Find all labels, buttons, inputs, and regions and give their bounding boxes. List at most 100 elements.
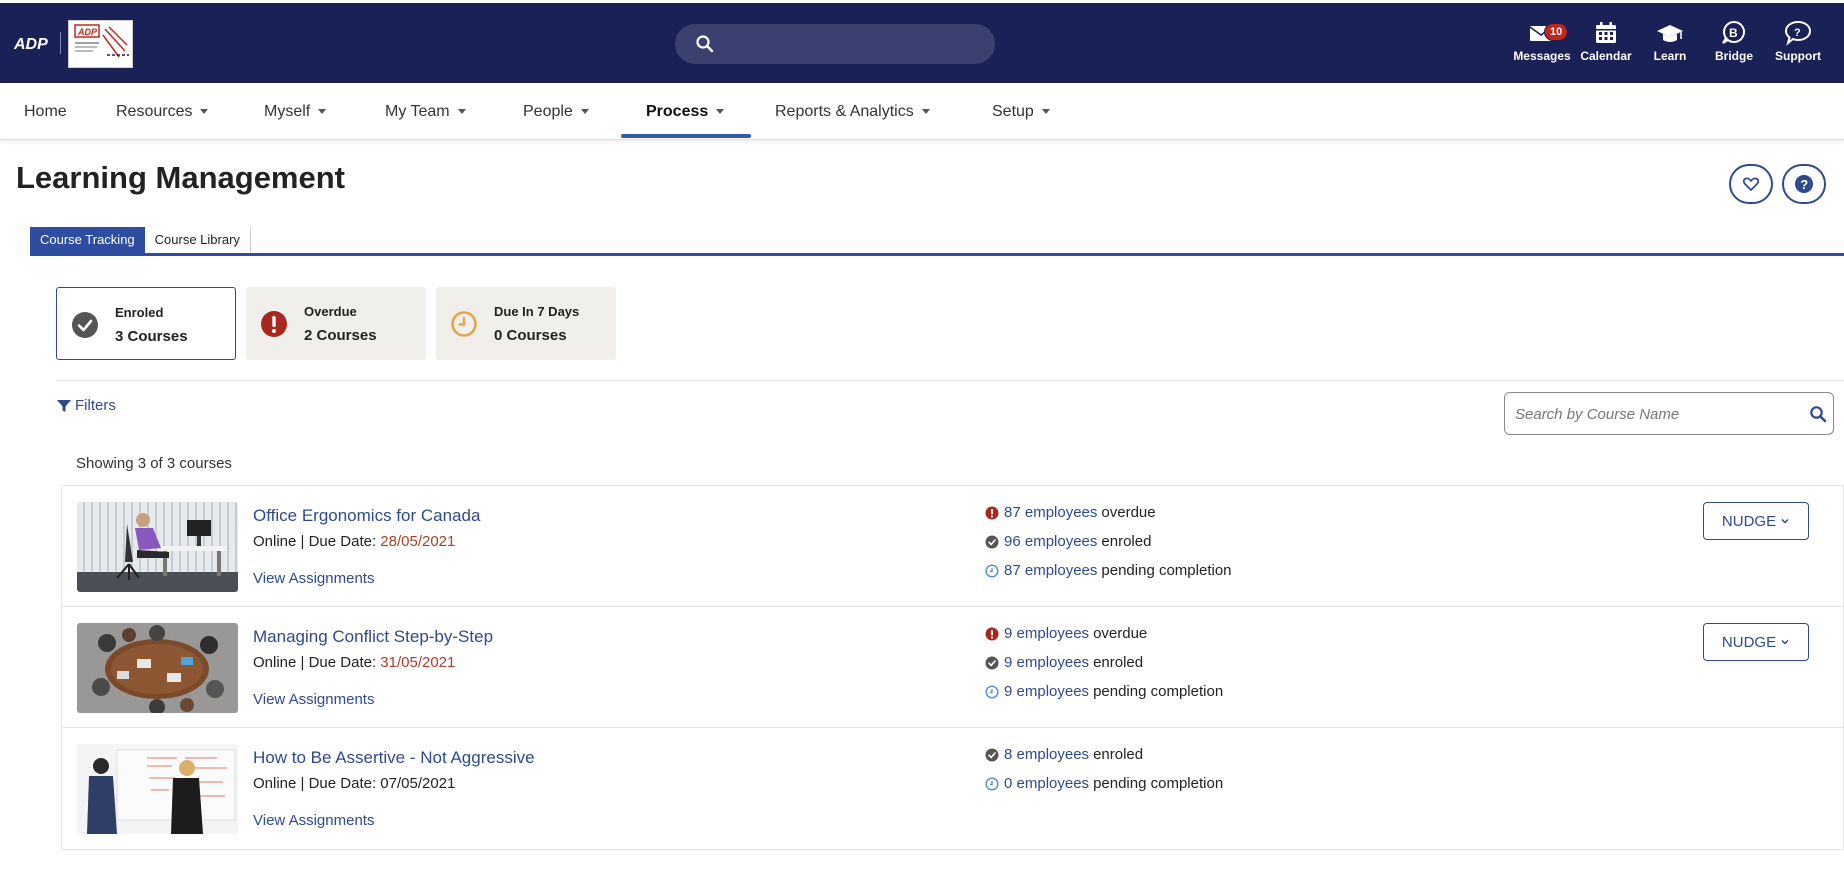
graduation-cap-icon [1657, 25, 1683, 42]
messages-button[interactable]: 10 Messages [1510, 19, 1574, 63]
caret-down-icon [580, 109, 589, 115]
section-divider [56, 380, 1844, 381]
nav-home-label: Home [24, 103, 67, 120]
stat-pending: 0 employees pending completion [985, 775, 1223, 792]
course-row: Office Ergonomics for Canada Online | Du… [62, 486, 1844, 607]
caret-down-icon [1041, 109, 1050, 115]
tab-course-library[interactable]: Course Library [145, 227, 251, 254]
summary-title: Enroled [115, 305, 164, 320]
course-title-link[interactable]: How to Be Assertive - Not Aggressive [253, 748, 535, 768]
alert-circle-icon [985, 627, 999, 640]
company-logo: ADP [68, 20, 133, 68]
stat-overdue: 9 employees overdue [985, 625, 1147, 642]
summary-title: Overdue [304, 304, 357, 319]
nudge-button[interactable]: NUDGE [1703, 502, 1809, 540]
caret-down-icon [318, 109, 327, 115]
nav-people-label: People [523, 103, 573, 120]
help-button[interactable]: ? [1782, 164, 1826, 204]
view-assignments-link[interactable]: View Assignments [253, 812, 374, 829]
learn-label: Learn [1653, 49, 1687, 63]
nav-myself[interactable]: Myself [264, 103, 327, 121]
overdue-employees-link[interactable]: 9 employees [1004, 625, 1089, 642]
course-title-link[interactable]: Office Ergonomics for Canada [253, 506, 480, 526]
stat-pending: 9 employees pending completion [985, 683, 1223, 700]
svg-text:ADP: ADP [77, 27, 98, 37]
stat-enroled: 9 employees enroled [985, 654, 1143, 671]
nav-my-team[interactable]: My Team [385, 103, 466, 121]
clock-icon [451, 311, 477, 337]
pending-text: pending completion [1093, 775, 1224, 792]
adp-logo[interactable]: ADP [14, 33, 54, 53]
enroled-employees-link[interactable]: 9 employees [1004, 654, 1089, 671]
nav-reports-analytics[interactable]: Reports & Analytics [775, 103, 930, 121]
chevron-down-icon [1781, 639, 1789, 645]
overdue-employees-link[interactable]: 87 employees [1004, 504, 1097, 521]
course-meta-prefix: Online | Due Date: [253, 775, 381, 792]
view-assignments-link[interactable]: View Assignments [253, 691, 374, 708]
bridge-icon: B [1722, 20, 1745, 44]
course-title-link[interactable]: Managing Conflict Step-by-Step [253, 627, 493, 647]
nav-process-label: Process [646, 103, 709, 120]
nav-people[interactable]: People [523, 103, 589, 121]
pending-employees-link[interactable]: 0 employees [1004, 775, 1089, 792]
search-icon[interactable] [1809, 405, 1827, 423]
alert-circle-icon [261, 311, 287, 337]
svg-text:ADP: ADP [14, 36, 48, 53]
caret-down-icon [200, 109, 209, 115]
summary-card-overdue[interactable]: Overdue 2 Courses [246, 287, 426, 360]
check-circle-icon [985, 535, 999, 548]
support-button[interactable]: ? Support [1766, 19, 1830, 63]
main-navigation: Home Resources Myself My Team People Pro… [0, 83, 1844, 140]
caret-down-icon [716, 109, 725, 115]
summary-card-enroled[interactable]: Enroled 3 Courses [56, 287, 236, 360]
bridge-button[interactable]: B Bridge [1702, 19, 1766, 63]
learn-button[interactable]: Learn [1638, 19, 1702, 63]
course-row: Managing Conflict Step-by-Step Online | … [62, 607, 1844, 728]
summary-value: 2 Courses [304, 327, 377, 344]
calendar-button[interactable]: Calendar [1574, 19, 1638, 63]
bridge-label: Bridge [1714, 49, 1753, 63]
stat-enroled: 8 employees enroled [985, 746, 1143, 763]
stat-pending: 87 employees pending completion [985, 562, 1232, 579]
caret-down-icon [457, 109, 466, 115]
calendar-icon [1596, 22, 1616, 43]
svg-text:?: ? [1794, 27, 1801, 39]
filters-button[interactable]: Filters [56, 397, 116, 414]
chat-question-icon: ? [1784, 20, 1812, 46]
nudge-label: NUDGE [1721, 512, 1777, 530]
tab-course-tracking[interactable]: Course Tracking [30, 227, 145, 254]
calendar-label: Calendar [1580, 49, 1632, 63]
course-due-date: 28/05/2021 [380, 533, 456, 550]
course-search-box [1504, 392, 1834, 435]
course-search-input[interactable] [1515, 403, 1795, 425]
page-title: Learning Management [16, 160, 345, 195]
stat-overdue: 87 employees overdue [985, 504, 1156, 521]
question-circle-icon: ? [1795, 175, 1813, 193]
nudge-button[interactable]: NUDGE [1703, 623, 1809, 661]
nav-home[interactable]: Home [24, 103, 67, 121]
enroled-text: enroled [1093, 654, 1144, 671]
favorite-button[interactable] [1729, 164, 1773, 204]
header-shortcuts: 10 Messages Calendar Learn B Bridge ? Su… [1510, 19, 1830, 63]
nav-process[interactable]: Process [646, 103, 725, 121]
course-meta-prefix: Online | Due Date: [253, 533, 381, 550]
enroled-employees-link[interactable]: 96 employees [1004, 533, 1097, 550]
view-assignments-link[interactable]: View Assignments [253, 570, 374, 587]
caret-down-icon [921, 109, 930, 115]
pending-employees-link[interactable]: 9 employees [1004, 683, 1089, 700]
check-circle-icon [985, 748, 999, 761]
nudge-label: NUDGE [1721, 633, 1777, 651]
course-meta: Online | Due Date: 28/05/2021 [253, 533, 455, 550]
pending-text: pending completion [1093, 683, 1224, 700]
course-due-date: 07/05/2021 [380, 775, 456, 792]
nav-setup[interactable]: Setup [992, 103, 1050, 121]
pending-employees-link[interactable]: 87 employees [1004, 562, 1097, 579]
summary-card-due-in-7-days[interactable]: Due In 7 Days 0 Courses [436, 287, 616, 360]
chevron-down-icon [1781, 518, 1789, 524]
global-search-input[interactable] [675, 24, 995, 64]
nav-resources[interactable]: Resources [116, 103, 209, 121]
filters-label: Filters [75, 397, 116, 414]
course-meta: Online | Due Date: 31/05/2021 [253, 654, 455, 671]
enroled-employees-link[interactable]: 8 employees [1004, 746, 1089, 763]
overdue-text: overdue [1093, 625, 1148, 642]
